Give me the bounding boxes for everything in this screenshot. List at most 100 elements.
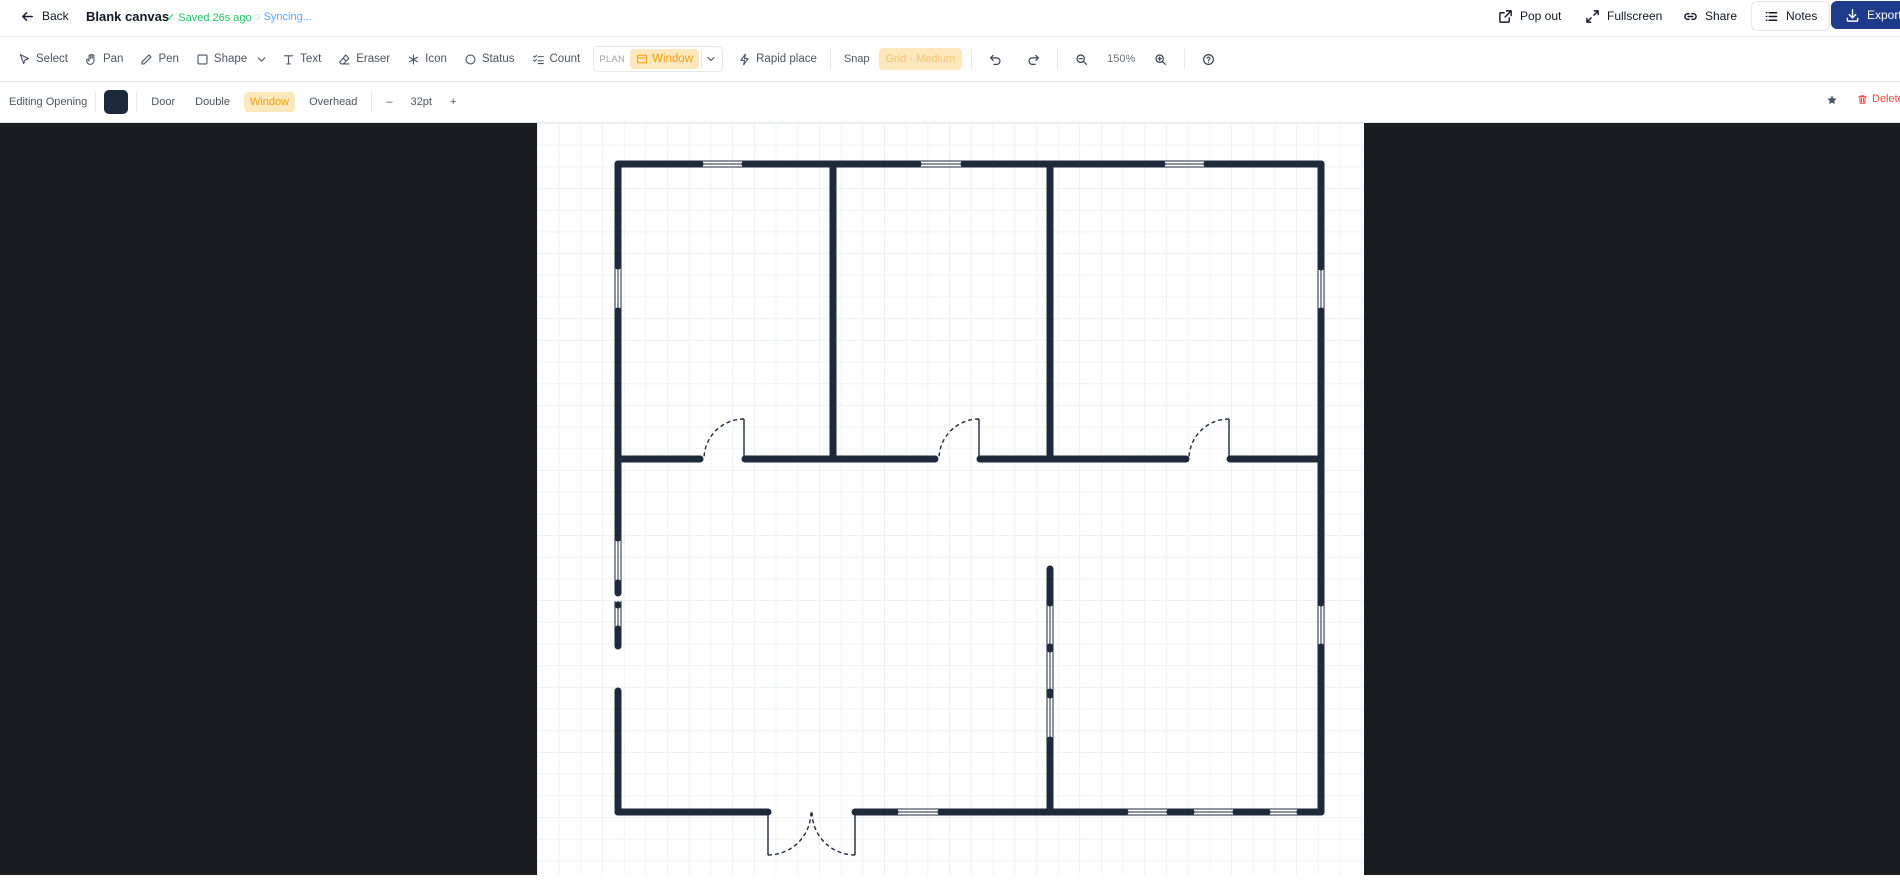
count-tool[interactable]: Count [528, 46, 585, 72]
plan-tool-group: PLAN Window [593, 46, 724, 72]
select-tool[interactable]: Select [14, 46, 72, 72]
undo-button[interactable] [981, 46, 1010, 72]
size-decrease-button[interactable]: – [380, 92, 398, 112]
zoom-in-button[interactable] [1146, 46, 1175, 72]
undo-icon [990, 54, 1001, 65]
zoom-in-icon [1155, 53, 1167, 65]
window-tool-label: Window [652, 53, 694, 65]
help-button[interactable] [1194, 46, 1223, 72]
status-tool[interactable]: Status [460, 46, 519, 72]
tool-bar: Select Pan Pen Shape Text Eraser Icon St… [0, 38, 1900, 82]
divider [1057, 49, 1059, 69]
hand-icon [86, 53, 95, 65]
divider [95, 92, 97, 112]
favorite-button[interactable] [1826, 93, 1838, 111]
star-icon [1827, 95, 1837, 105]
top-bar: Back Blank canvas ✓ Saved 26s ago ◌ Sync… [0, 0, 1900, 37]
notes-button[interactable]: Notes [1751, 1, 1831, 31]
window-icon [637, 54, 648, 64]
redo-icon [1028, 54, 1040, 65]
color-swatch[interactable] [104, 90, 129, 114]
pan-label: Pan [102, 53, 124, 65]
rapid-place-tool[interactable]: Rapid place [734, 46, 821, 72]
back-label: Back [42, 9, 69, 23]
window-tool[interactable]: Window [630, 49, 700, 69]
shape-label: Shape [213, 53, 248, 65]
icon-tool[interactable]: Icon [403, 46, 451, 72]
window-openings [614, 160, 1325, 816]
help-icon [1203, 53, 1215, 65]
pan-tool[interactable]: Pan [81, 46, 127, 72]
lightning-icon [740, 53, 749, 65]
chevron-down-icon [257, 56, 266, 62]
text-icon [284, 54, 294, 65]
plan-tool-dropdown[interactable] [701, 49, 720, 69]
zoom-level: 150% [1107, 53, 1136, 65]
zoom-out-button[interactable] [1067, 46, 1096, 72]
pen-label: Pen [158, 53, 179, 65]
share-button[interactable]: Share [1683, 2, 1737, 30]
opening-type-door[interactable]: Door [145, 92, 181, 112]
expand-icon [1586, 9, 1599, 23]
delete-label: Delete [1872, 93, 1900, 105]
download-icon [1846, 8, 1859, 22]
divider [829, 49, 831, 69]
opening-type-overhead[interactable]: Overhead [303, 92, 363, 112]
fullscreen-button[interactable]: Fullscreen [1585, 2, 1662, 30]
delete-button[interactable]: Delete [1857, 93, 1900, 105]
sync-status: ◌ Syncing... [254, 11, 312, 23]
text-label: Text [300, 53, 322, 65]
pen-icon [141, 53, 152, 65]
size-increase-button[interactable]: + [444, 92, 462, 112]
arrow-left-icon [22, 11, 33, 21]
back-button[interactable]: Back [20, 2, 69, 30]
eraser-tool[interactable]: Eraser [334, 46, 394, 72]
popout-button[interactable]: Pop out [1498, 2, 1561, 30]
shape-tool[interactable]: Shape [192, 46, 251, 72]
pen-tool[interactable]: Pen [136, 46, 182, 72]
rapid-place-label: Rapid place [756, 53, 817, 65]
grid-toggle[interactable]: Grid · Medium [878, 48, 963, 70]
document-title[interactable]: Blank canvas [86, 9, 169, 24]
opening-type-double[interactable]: Double [189, 92, 236, 112]
divider [136, 92, 138, 112]
properties-bar: Editing Opening Door Double Window Overh… [0, 82, 1900, 123]
square-icon [197, 53, 208, 65]
circle-icon [465, 53, 476, 65]
eraser-icon [339, 53, 350, 65]
text-tool[interactable]: Text [278, 46, 325, 72]
list-icon [1765, 11, 1778, 21]
status-label: Status [481, 53, 515, 65]
export-button[interactable]: Export [1831, 1, 1900, 29]
snap-label: Snap [843, 53, 870, 65]
drawing-sheet[interactable] [537, 123, 1364, 875]
export-label: Export [1867, 8, 1900, 22]
redo-button[interactable] [1019, 46, 1048, 72]
zoom-out-icon [1076, 53, 1088, 65]
cursor-icon [19, 53, 30, 64]
shape-dropdown[interactable] [254, 46, 269, 72]
divider [971, 49, 973, 69]
asterisk-icon [409, 53, 419, 65]
snap-toggle[interactable]: Snap [840, 46, 874, 72]
opening-type-window[interactable]: Window [243, 92, 296, 112]
chevron-down-icon [707, 56, 715, 62]
external-link-icon [1499, 9, 1512, 23]
select-label: Select [36, 53, 68, 65]
trash-icon [1858, 94, 1867, 104]
saved-status: ✓ Saved 26s ago [166, 12, 252, 24]
editing-label: Editing Opening [9, 96, 88, 108]
size-value: 32pt [410, 96, 432, 108]
grid-label: Grid · Medium [885, 53, 956, 65]
fullscreen-label: Fullscreen [1607, 9, 1663, 23]
share-label: Share [1705, 9, 1738, 23]
link-icon [1684, 12, 1697, 20]
notes-label: Notes [1786, 9, 1818, 23]
floor-plan-drawing[interactable] [537, 123, 1364, 875]
eraser-label: Eraser [356, 53, 391, 65]
popout-label: Pop out [1520, 9, 1562, 23]
plan-tag: PLAN [599, 53, 626, 65]
door-openings [703, 418, 1230, 856]
divider [1184, 49, 1186, 69]
walls [614, 160, 1325, 816]
